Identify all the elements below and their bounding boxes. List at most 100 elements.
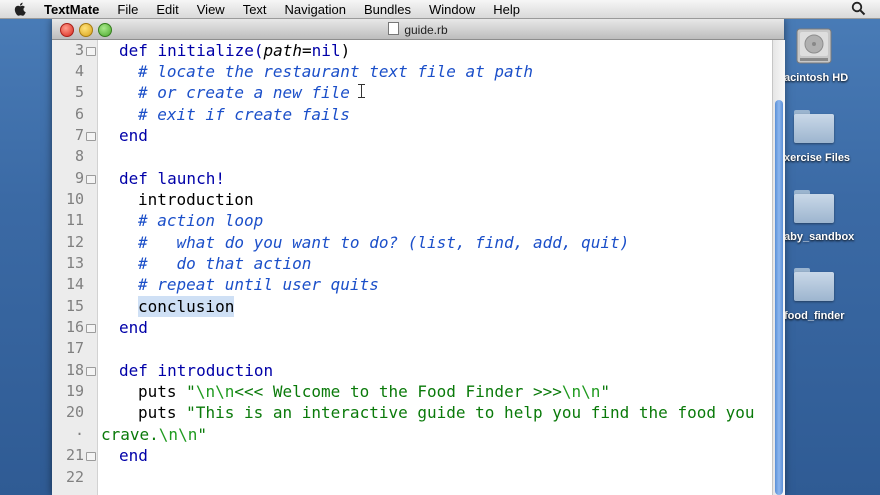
line-number: 19 bbox=[65, 382, 84, 400]
line-number: 20 bbox=[65, 403, 84, 421]
line-number: 4 bbox=[74, 62, 84, 80]
desktop-icon-label: acintosh HD bbox=[784, 72, 849, 84]
code-token: " bbox=[186, 382, 196, 401]
fold-toggle-icon[interactable] bbox=[86, 367, 96, 376]
code-token: path bbox=[263, 41, 303, 60]
code-line: 11 # action loop bbox=[52, 210, 772, 231]
code-keyword: end bbox=[119, 126, 148, 145]
code-comment: # what do you want to do? (list, find, a… bbox=[138, 233, 630, 252]
vertical-scrollbar[interactable] bbox=[772, 40, 785, 495]
code-string: crave. bbox=[101, 425, 159, 444]
folder-icon bbox=[794, 110, 834, 143]
folder-icon bbox=[794, 190, 834, 223]
code-line: 12 # what do you want to do? (list, find… bbox=[52, 232, 772, 253]
code-token: ) bbox=[340, 41, 351, 60]
window-title: guide.rb bbox=[52, 22, 784, 37]
code-line: 14 # repeat until user quits bbox=[52, 274, 772, 295]
code-token: = bbox=[302, 41, 312, 60]
code-token: puts bbox=[138, 403, 187, 422]
line-number: 14 bbox=[65, 275, 84, 293]
textmate-window: guide.rb 3 def initialize(path=nil) 4 # … bbox=[52, 19, 785, 495]
code-line: 7 end bbox=[52, 125, 772, 146]
line-number: 7 bbox=[74, 126, 84, 144]
code-line: 19 puts "\n\n<<< Welcome to the Food Fin… bbox=[52, 381, 772, 402]
code-line: 16 end bbox=[52, 317, 772, 338]
code-line: 15 conclusion bbox=[52, 296, 772, 317]
code-line: 13 # do that action bbox=[52, 253, 772, 274]
code-comment: # exit if create fails bbox=[138, 105, 350, 124]
code-comment: # or create a new file bbox=[138, 83, 350, 102]
fold-toggle-icon[interactable] bbox=[86, 175, 96, 184]
window-titlebar[interactable]: guide.rb bbox=[52, 19, 784, 40]
code-keyword: def introduction bbox=[119, 361, 274, 380]
code-token: " bbox=[600, 382, 611, 401]
code-line: 20 puts "This is an interactive guide to… bbox=[52, 402, 772, 423]
menu-window[interactable]: Window bbox=[429, 2, 475, 17]
line-number: 3 bbox=[74, 41, 84, 59]
code-comment: # action loop bbox=[138, 211, 264, 230]
code-comment: # locate the restaurant text file at pat… bbox=[138, 62, 533, 81]
code-comment: # do that action bbox=[138, 254, 312, 273]
line-number: 16 bbox=[65, 318, 84, 336]
code-keyword: end bbox=[119, 446, 148, 465]
spotlight-search-icon[interactable] bbox=[851, 1, 866, 16]
ruby-document-icon bbox=[388, 22, 400, 35]
code-line: 4 # locate the restaurant text file at p… bbox=[52, 61, 772, 82]
fold-toggle-icon[interactable] bbox=[86, 132, 96, 141]
code-line: 21 end bbox=[52, 445, 772, 466]
menu-app-textmate[interactable]: TextMate bbox=[44, 2, 99, 17]
code-token: \n\n bbox=[561, 382, 601, 401]
line-number: 21 bbox=[65, 446, 84, 464]
line-number: · bbox=[74, 425, 84, 443]
window-title-text: guide.rb bbox=[404, 23, 448, 37]
line-number: 17 bbox=[65, 339, 84, 357]
scrollbar-thumb[interactable] bbox=[775, 100, 783, 495]
menu-bundles[interactable]: Bundles bbox=[364, 2, 411, 17]
menu-bar: TextMate File Edit View Text Navigation … bbox=[0, 0, 880, 19]
menu-view[interactable]: View bbox=[197, 2, 225, 17]
code-keyword: end bbox=[119, 318, 148, 337]
menu-text[interactable]: Text bbox=[243, 2, 267, 17]
ibeam-cursor-icon bbox=[358, 83, 365, 98]
line-number: 10 bbox=[65, 190, 84, 208]
code-line: 6 # exit if create fails bbox=[52, 104, 772, 125]
code-line: 9 def launch! bbox=[52, 168, 772, 189]
code-comment: # repeat until user quits bbox=[138, 275, 379, 294]
code-editor[interactable]: 3 def initialize(path=nil) 4 # locate th… bbox=[52, 40, 772, 495]
menu-navigation[interactable]: Navigation bbox=[285, 2, 346, 17]
code-string: "This is an interactive guide to help yo… bbox=[186, 403, 755, 422]
line-number: 9 bbox=[74, 169, 84, 187]
code-token: \n\n bbox=[195, 382, 235, 401]
menu-file[interactable]: File bbox=[117, 2, 138, 17]
desktop-icon-label: food_finder bbox=[784, 310, 845, 322]
hard-drive-icon bbox=[795, 26, 833, 66]
code-line: 5 # or create a new file bbox=[52, 82, 772, 103]
line-number: 11 bbox=[65, 211, 84, 229]
code-line: 22 bbox=[52, 467, 772, 488]
code-text: introduction bbox=[138, 190, 254, 209]
desktop-icon-label: aby_sandbox bbox=[784, 231, 855, 243]
selected-text: conclusion bbox=[138, 296, 235, 317]
code-string: <<< Welcome to the Food Finder >>> bbox=[234, 382, 562, 401]
fold-toggle-icon[interactable] bbox=[86, 452, 96, 461]
menu-edit[interactable]: Edit bbox=[156, 2, 178, 17]
code-line: 8 bbox=[52, 146, 772, 167]
line-number: 13 bbox=[65, 254, 84, 272]
apple-menu-icon[interactable] bbox=[14, 2, 28, 16]
code-token: nil bbox=[311, 41, 341, 60]
line-number: 6 bbox=[74, 105, 84, 123]
code-keyword: def launch! bbox=[119, 169, 225, 188]
code-line: 17 bbox=[52, 338, 772, 359]
desktop-icon-label: xercise Files bbox=[784, 152, 851, 164]
line-number: 12 bbox=[65, 233, 84, 251]
line-number: 8 bbox=[74, 147, 84, 165]
folder-icon bbox=[794, 268, 834, 301]
line-number: 18 bbox=[65, 361, 84, 379]
code-line: 3 def initialize(path=nil) bbox=[52, 40, 772, 61]
code-token: puts bbox=[138, 382, 187, 401]
fold-toggle-icon[interactable] bbox=[86, 324, 96, 333]
fold-toggle-icon[interactable] bbox=[86, 47, 96, 56]
line-number: 22 bbox=[65, 468, 84, 486]
menu-help[interactable]: Help bbox=[493, 2, 520, 17]
code-token: def initialize( bbox=[119, 41, 264, 60]
